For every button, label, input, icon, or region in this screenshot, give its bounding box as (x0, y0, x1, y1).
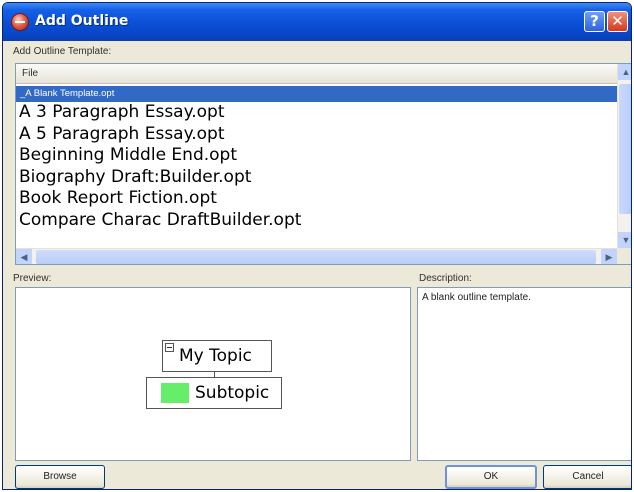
description-panel: A blank outline template. (417, 287, 631, 461)
scroll-corner (617, 248, 631, 264)
description-text: A blank outline template. (422, 292, 531, 303)
scroll-right-icon[interactable]: ▶ (601, 249, 617, 264)
ok-button[interactable]: OK (445, 465, 537, 489)
preview-label: Preview: (13, 273, 52, 284)
column-header-file[interactable]: File (16, 64, 617, 84)
vertical-scroll-thumb[interactable] (619, 84, 631, 214)
horizontal-scrollbar[interactable]: ◀ ▶ (16, 248, 617, 264)
add-outline-dialog: Add Outline ? ✕ Add Outline Template: Fi… (2, 2, 632, 490)
list-item[interactable]: A 5 Paragraph Essay.opt (16, 124, 617, 146)
list-item[interactable]: Biography Draft:Builder.opt (16, 167, 617, 189)
scroll-up-icon[interactable]: ▲ (618, 64, 631, 80)
list-item[interactable]: Beginning Middle End.opt (16, 145, 617, 167)
help-button[interactable]: ? (584, 11, 605, 32)
scroll-down-icon[interactable]: ▼ (618, 232, 631, 248)
scroll-left-icon[interactable]: ◀ (16, 249, 32, 264)
vertical-scrollbar[interactable]: ▲ ▼ (617, 64, 631, 248)
dialog-title: Add Outline (35, 13, 129, 29)
horizontal-scroll-thumb[interactable] (36, 250, 596, 264)
description-label: Description: (419, 273, 472, 284)
subtopic-color-marker (161, 383, 189, 403)
title-bar[interactable]: Add Outline ? ✕ (3, 3, 631, 41)
template-list[interactable]: File _A Blank Template.opt A 3 Paragraph… (15, 63, 631, 265)
template-list-label: Add Outline Template: (13, 46, 112, 57)
topic-label: My Topic (179, 346, 252, 366)
app-icon (11, 13, 29, 31)
subtopic-label: Subtopic (195, 383, 270, 403)
close-button[interactable]: ✕ (607, 11, 628, 32)
list-item[interactable]: _A Blank Template.opt (16, 86, 617, 102)
preview-panel: My Topic Subtopic (15, 287, 411, 461)
topic-node: My Topic (162, 340, 272, 372)
subtopic-node: Subtopic (146, 377, 282, 409)
list-item[interactable]: Compare Charac DraftBuilder.opt (16, 210, 617, 232)
list-item[interactable]: Book Report Fiction.opt (16, 188, 617, 210)
collapse-icon (165, 343, 174, 352)
template-rows: _A Blank Template.opt A 3 Paragraph Essa… (16, 86, 617, 231)
browse-button[interactable]: Browse (15, 465, 105, 489)
cancel-button[interactable]: Cancel (543, 465, 631, 489)
list-item[interactable]: A 3 Paragraph Essay.opt (16, 102, 617, 124)
